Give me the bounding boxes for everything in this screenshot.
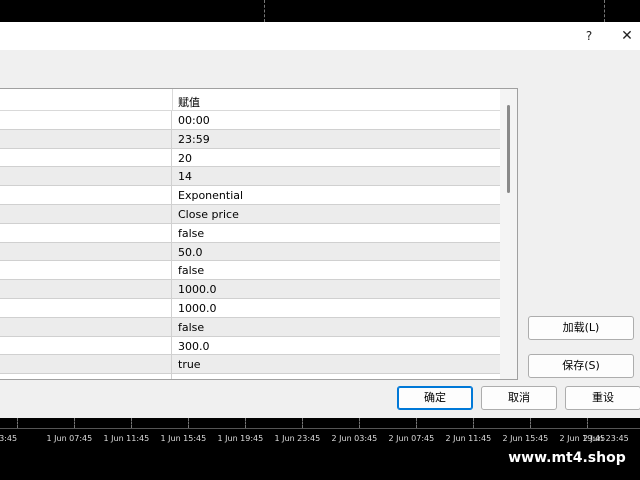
parameter-name-cell[interactable]: [0, 298, 172, 317]
save-button[interactable]: 保存(S): [528, 354, 634, 378]
parameter-name-cell[interactable]: [0, 111, 172, 129]
parameter-value-cell[interactable]: 10.0: [178, 377, 203, 379]
watermark: www.mt4.shop: [497, 447, 637, 469]
parameter-name-cell[interactable]: [0, 317, 172, 336]
time-tick-label: 1 Jun 15:45: [160, 434, 207, 443]
parameter-name-cell[interactable]: [0, 148, 172, 167]
scrollbar-thumb[interactable]: [507, 105, 510, 193]
parameter-value-cell[interactable]: 00:00: [178, 114, 210, 127]
close-icon[interactable]: ✕: [618, 27, 636, 45]
time-tick: [473, 418, 474, 428]
table-row[interactable]: false: [0, 317, 500, 337]
time-tick-label: 1 Jun 07:45: [46, 434, 93, 443]
reset-button[interactable]: 重设: [565, 386, 640, 410]
parameter-name-cell[interactable]: [0, 204, 172, 223]
time-tick: [302, 418, 303, 428]
time-tick-label: 2 Jun 11:45: [445, 434, 492, 443]
chart-top-strip: [0, 0, 640, 22]
time-axis-line: [0, 428, 640, 429]
time-tick: [245, 418, 246, 428]
parameter-value-cell[interactable]: 300.0: [178, 340, 210, 353]
chart-grid-line: [264, 0, 265, 22]
parameter-name-cell[interactable]: [0, 374, 172, 379]
table-row[interactable]: 50.0: [0, 242, 500, 262]
table-row[interactable]: 300.0: [0, 336, 500, 356]
table-row[interactable]: 14: [0, 167, 500, 187]
time-tick: [587, 418, 588, 428]
parameter-name-cell[interactable]: [0, 261, 172, 280]
table-row[interactable]: 20: [0, 148, 500, 168]
parameter-name-cell[interactable]: [0, 223, 172, 242]
time-tick-label: 2 Jun 23:45: [583, 434, 629, 443]
time-tick: [416, 418, 417, 428]
table-row[interactable]: 00:00: [0, 111, 500, 130]
time-tick-label: 2 Jun 03:45: [331, 434, 378, 443]
dialog-titlebar: ? ✕: [0, 22, 640, 50]
load-button[interactable]: 加载(L): [528, 316, 634, 340]
parameter-value-cell[interactable]: 14: [178, 170, 192, 183]
parameter-name-cell[interactable]: [0, 129, 172, 148]
column-divider[interactable]: [172, 89, 173, 111]
table-row[interactable]: Exponential: [0, 186, 500, 205]
table-row[interactable]: Close price: [0, 204, 500, 224]
time-tick: [359, 418, 360, 428]
time-tick-label: 2 Jun 15:45: [502, 434, 549, 443]
parameter-value-cell[interactable]: false: [178, 264, 204, 277]
table-row[interactable]: 10.0: [0, 374, 500, 379]
time-tick-label: 1 Jun 19:45: [217, 434, 264, 443]
time-tick-label: 1 Jun 23:45: [274, 434, 321, 443]
parameter-value-cell[interactable]: Exponential: [178, 189, 243, 202]
parameter-name-cell[interactable]: [0, 167, 172, 186]
time-tick: [17, 418, 18, 428]
time-tick-label: 1 Jun 11:45: [103, 434, 150, 443]
parameter-value-cell[interactable]: 1000.0: [178, 302, 217, 315]
help-button[interactable]: ?: [580, 27, 598, 45]
parameter-value-cell[interactable]: 50.0: [178, 246, 203, 259]
parameter-value-cell[interactable]: 1000.0: [178, 283, 217, 296]
grid-rows: 00:00 23:59 20 14 Exponential Close price fals…: [0, 111, 500, 379]
parameter-value-cell[interactable]: Close price: [178, 208, 239, 221]
parameter-name-cell[interactable]: [0, 186, 172, 204]
cancel-button[interactable]: 取消: [481, 386, 557, 410]
parameter-name-cell[interactable]: [0, 336, 172, 355]
time-tick: [131, 418, 132, 428]
grid-header: 赋值: [0, 89, 500, 111]
time-tick: [74, 418, 75, 428]
parameter-name-cell[interactable]: [0, 242, 172, 261]
table-row[interactable]: 1000.0: [0, 298, 500, 318]
table-row[interactable]: 23:59: [0, 129, 500, 149]
time-tick-label: 2 Jun 07:45: [388, 434, 435, 443]
parameter-value-cell[interactable]: true: [178, 358, 201, 371]
table-row[interactable]: true: [0, 355, 500, 375]
parameter-value-cell[interactable]: false: [178, 227, 204, 240]
parameter-name-cell[interactable]: [0, 280, 172, 298]
parameter-value-cell[interactable]: 23:59: [178, 133, 210, 146]
parameter-value-cell[interactable]: false: [178, 321, 204, 334]
time-tick: [530, 418, 531, 428]
table-row[interactable]: false: [0, 223, 500, 243]
value-column-header: 赋值: [178, 96, 200, 109]
parameter-name-cell[interactable]: [0, 355, 172, 374]
time-tick-label: 03:45: [0, 434, 18, 443]
parameter-value-cell[interactable]: 20: [178, 152, 192, 165]
table-row[interactable]: false: [0, 261, 500, 281]
parameters-grid: 赋值 00:00 23:59 20 14 Exponential Close price f…: [0, 88, 518, 380]
vertical-scrollbar[interactable]: [500, 89, 517, 379]
table-row[interactable]: 1000.0: [0, 280, 500, 299]
indicator-properties-dialog: ? ✕ 赋值 00:00 23:59 20 14 Exponential Close pr…: [0, 22, 640, 418]
ok-button[interactable]: 确定: [397, 386, 473, 410]
time-tick: [188, 418, 189, 428]
chart-grid-line: [604, 0, 605, 22]
